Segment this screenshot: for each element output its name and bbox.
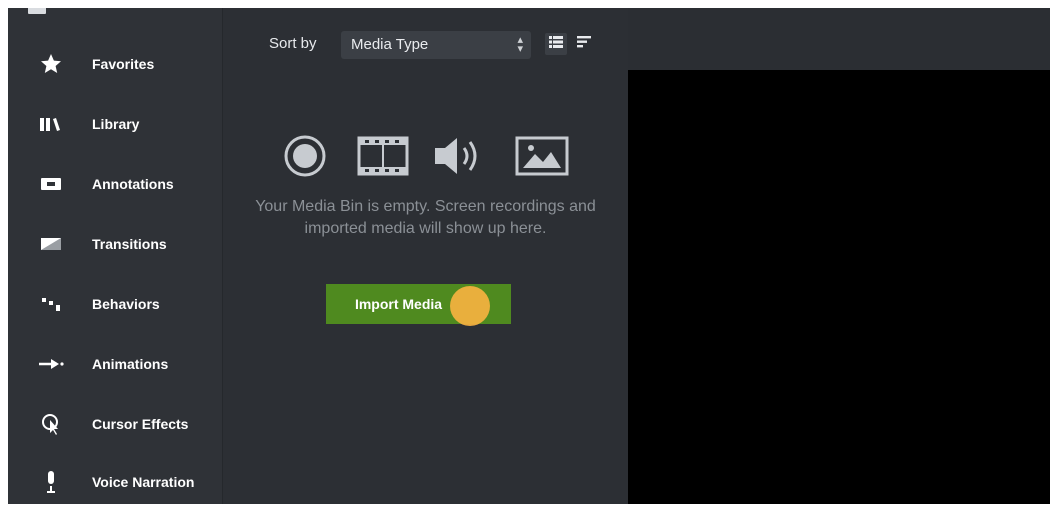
sort-by-value: Media Type (351, 36, 429, 53)
transitions-icon (36, 229, 66, 259)
sidebar: Favorites Library Annotations Transition… (8, 8, 223, 504)
sidebar-item-label: Behaviors (92, 296, 160, 312)
cursor-highlight (450, 286, 490, 326)
sidebar-item-annotations[interactable]: Annotations (8, 158, 223, 210)
details-view-button[interactable] (545, 33, 567, 55)
cursor-effects-icon (36, 409, 66, 439)
sidebar-item-animations[interactable]: Animations (8, 338, 223, 390)
sort-order-icon (577, 35, 591, 53)
canvas-preview[interactable] (628, 70, 1050, 504)
sidebar-item-library[interactable]: Library (8, 98, 223, 150)
image-icon (515, 136, 569, 181)
film-icon (357, 136, 409, 181)
library-icon (36, 109, 66, 139)
audio-icon (433, 134, 487, 183)
record-icon (283, 134, 327, 183)
select-arrows-icon: ▴ ▾ (517, 34, 523, 55)
annotations-icon (36, 169, 66, 199)
sidebar-item-label: Annotations (92, 176, 174, 192)
import-media-label: Import Media (354, 296, 443, 312)
sidebar-item-behaviors[interactable]: Behaviors (8, 278, 223, 330)
media-icon[interactable] (28, 8, 46, 14)
sort-by-label: Sort by (269, 35, 317, 52)
app-window: Favorites Library Annotations Transition… (8, 8, 1050, 504)
sidebar-item-label: Library (92, 116, 140, 132)
behaviors-icon (36, 289, 66, 319)
media-type-icons (283, 128, 573, 178)
sidebar-item-cursor-effects[interactable]: Cursor Effects (8, 398, 223, 450)
sidebar-item-label: Animations (92, 356, 169, 372)
sidebar-item-label: Transitions (92, 236, 167, 252)
microphone-icon (36, 467, 66, 497)
star-icon (36, 49, 66, 79)
animations-icon (36, 349, 66, 379)
preview-toolbar (628, 8, 1050, 70)
sidebar-item-voice-narration[interactable]: Voice Narration (8, 456, 223, 504)
sidebar-item-label: Favorites (92, 56, 155, 72)
sidebar-item-label: Voice Narration (92, 474, 195, 490)
sidebar-item-favorites[interactable]: Favorites (8, 38, 223, 90)
empty-media-bin-message: Your Media Bin is empty. Screen recordin… (255, 198, 596, 237)
sidebar-item-label: Cursor Effects (92, 416, 189, 432)
sort-order-button[interactable] (573, 33, 595, 55)
sidebar-item-transitions[interactable]: Transitions (8, 218, 223, 270)
details-view-icon (549, 35, 563, 53)
media-bin-panel: Sort by Media Type ▴ ▾ Your Media Bin is… (223, 8, 628, 504)
sort-by-select[interactable]: Media Type ▴ ▾ (341, 31, 531, 59)
